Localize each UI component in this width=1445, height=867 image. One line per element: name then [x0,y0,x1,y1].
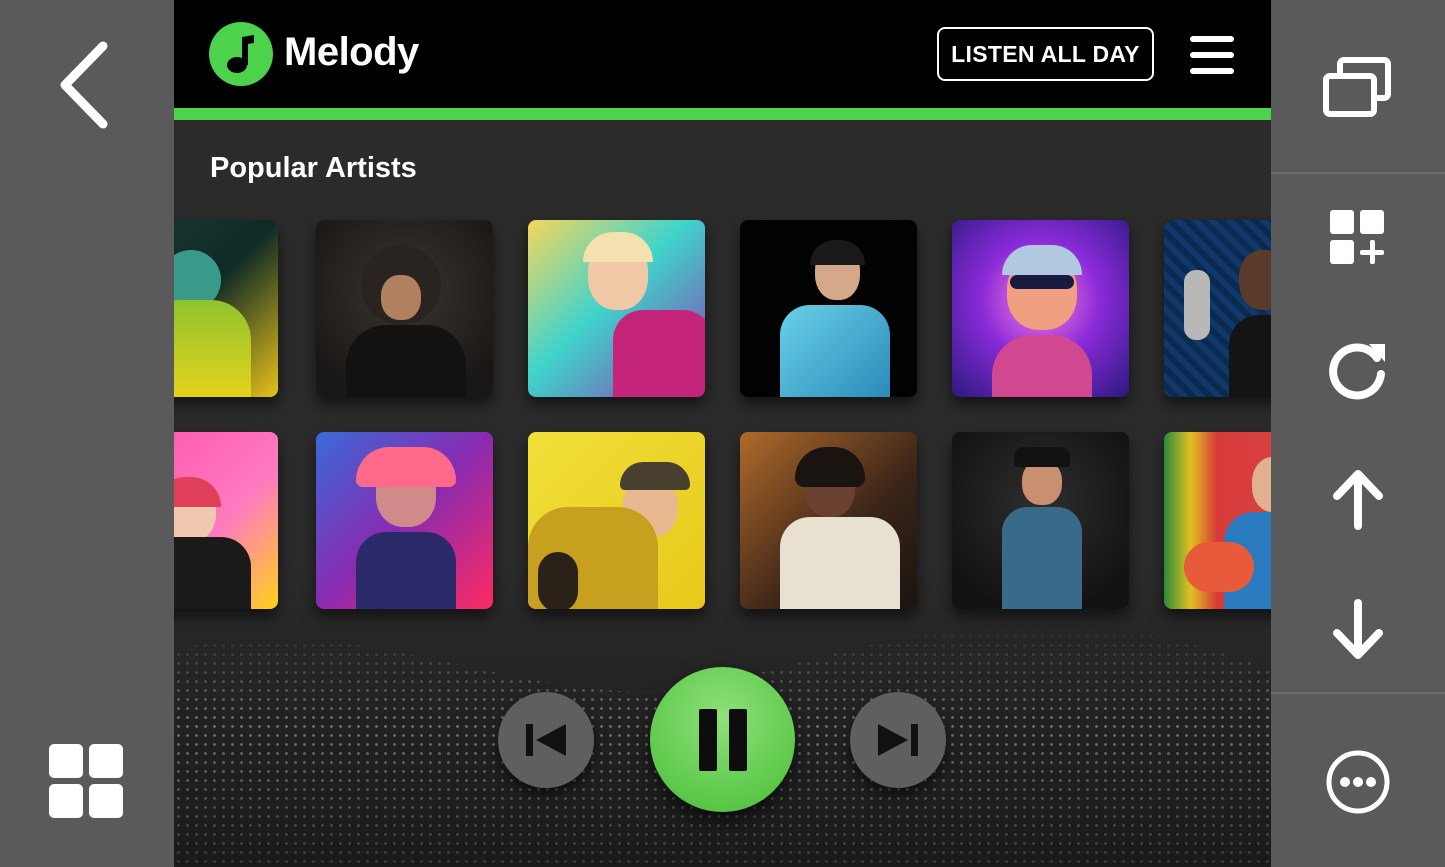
scroll-up-button[interactable] [1321,464,1395,534]
listen-all-day-button[interactable]: LISTEN ALL DAY [937,27,1154,81]
next-button[interactable] [850,692,946,788]
artist-card-3[interactable] [528,220,705,397]
artist-card-8[interactable] [316,432,493,609]
grid-icon [49,744,123,818]
add-widget-icon [1330,210,1384,264]
artist-card-4[interactable] [740,220,917,397]
menu-icon [1190,68,1234,74]
app-logo[interactable] [209,22,273,86]
windows-button[interactable] [1316,45,1400,129]
music-note-icon [227,35,254,73]
artist-card-7[interactable] [174,432,278,609]
melody-app: Melody LISTEN ALL DAY Popular Artists [174,0,1271,867]
previous-button[interactable] [498,692,594,788]
more-options-button[interactable] [1321,745,1395,819]
artist-card-12[interactable] [1164,432,1271,609]
arrow-up-icon [1333,470,1383,530]
chevron-left-icon [60,41,108,129]
artist-card-5[interactable] [952,220,1129,397]
pause-icon [698,708,747,771]
artist-card-10[interactable] [740,432,917,609]
rail-divider [1271,692,1445,694]
refresh-button[interactable] [1321,334,1395,404]
arrow-down-icon [1333,599,1383,659]
header-accent-bar [174,108,1271,120]
back-button[interactable] [40,30,130,140]
app-name: Melody [284,30,419,74]
hamburger-menu-button[interactable] [1186,34,1238,76]
right-action-rail [1271,0,1445,867]
previous-icon [526,724,566,756]
artist-card-1[interactable] [174,220,278,397]
next-icon [878,724,918,756]
menu-icon [1190,36,1234,42]
more-icon [1326,750,1390,814]
menu-icon [1190,52,1234,58]
add-widget-button[interactable] [1321,205,1395,271]
apps-grid-button[interactable] [40,735,134,829]
left-navigation-rail [0,0,174,867]
artist-card-6[interactable] [1164,220,1271,397]
app-header: Melody LISTEN ALL DAY [174,0,1271,108]
artist-card-11[interactable] [952,432,1129,609]
section-title: Popular Artists [210,152,417,184]
refresh-icon [1329,343,1385,400]
windows-icon [1323,57,1391,117]
artist-card-2[interactable] [316,220,493,397]
artist-card-9[interactable] [528,432,705,609]
pause-button[interactable] [650,667,795,812]
rail-divider [1271,172,1445,174]
scroll-down-button[interactable] [1321,595,1395,665]
